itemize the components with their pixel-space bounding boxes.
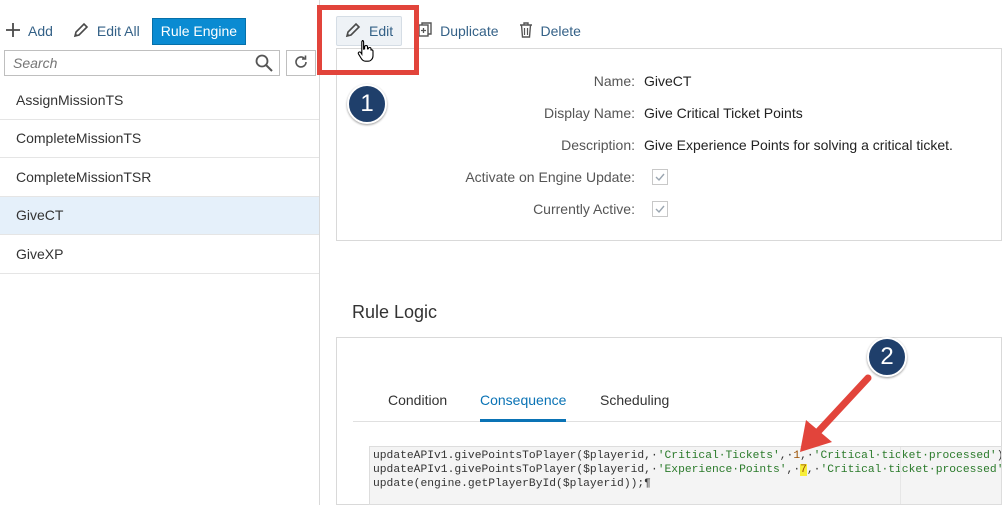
search-icon[interactable]: [255, 54, 273, 75]
search-box: [4, 50, 280, 76]
code-editor[interactable]: updateAPIv1.givePointsToPlayer($playerid…: [369, 446, 1002, 505]
rule-list-panel: Add Edit All Rule Engine AssignMissionTS…: [0, 0, 320, 505]
active-label: Currently Active:: [533, 201, 635, 217]
display-name-label: Display Name:: [543, 105, 635, 121]
duplicate-icon: [418, 21, 432, 41]
checkmark-icon: [655, 173, 665, 182]
display-name-row: Display Name: Give Critical Ticket Point…: [337, 105, 1002, 125]
checkmark-icon: [655, 205, 665, 214]
code-line: updateAPIv1.givePointsToPlayer($playerid…: [370, 463, 1001, 477]
activate-checkbox[interactable]: [652, 169, 668, 185]
annotation-badge-1: 1: [347, 84, 387, 124]
list-item[interactable]: GiveXP: [0, 235, 319, 274]
list-item-label: CompleteMissionTSR: [16, 168, 152, 185]
code-token: ,·: [806, 464, 821, 476]
description-value: Give Experience Points for solving a cri…: [644, 137, 953, 153]
list-toolbar: Add Edit All Rule Engine: [0, 14, 247, 48]
add-button[interactable]: Add: [0, 17, 59, 45]
list-item-selected[interactable]: GiveCT: [0, 196, 319, 235]
rule-engine-label: Rule Engine: [160, 23, 238, 39]
edit-all-label: Edit All: [96, 23, 140, 39]
search-input[interactable]: [5, 51, 245, 75]
pencil-icon: [73, 22, 89, 41]
trash-icon: [519, 21, 533, 41]
rule-list: AssignMissionTS CompleteMissionTS Comple…: [0, 81, 319, 274]
list-item-label: GiveXP: [16, 245, 64, 262]
activate-row: Activate on Engine Update:: [337, 169, 1002, 189]
name-row: Name: GiveCT: [337, 73, 1002, 93]
display-name-value: Give Critical Ticket Points: [644, 105, 803, 121]
code-line: updateAPIv1.givePointsToPlayer($playerid…: [370, 449, 1001, 463]
refresh-button[interactable]: [286, 50, 316, 76]
delete-label: Delete: [540, 23, 581, 39]
code-token: );·: [997, 450, 1001, 462]
rule-detail-panel: Name: GiveCT Display Name: Give Critical…: [336, 48, 1002, 241]
active-checkbox[interactable]: [652, 201, 668, 217]
tab-scheduling[interactable]: Scheduling: [600, 392, 669, 422]
list-item-label: AssignMissionTS: [16, 91, 124, 108]
code-token: update(engine.getPlayerById($playerid));…: [373, 478, 651, 490]
arrow-icon: [800, 374, 872, 452]
duplicate-label: Duplicate: [440, 23, 499, 39]
annotation-badge-2: 2: [867, 337, 907, 377]
search-row: [4, 50, 316, 76]
active-row: Currently Active:: [337, 201, 1002, 221]
code-line: update(engine.getPlayerById($playerid));…: [370, 477, 1001, 491]
activate-label: Activate on Engine Update:: [465, 169, 635, 185]
add-label: Add: [28, 23, 53, 39]
duplicate-button[interactable]: Duplicate: [410, 16, 506, 46]
edit-all-button[interactable]: Edit All: [67, 17, 146, 45]
code-number-highlighted: 7: [800, 464, 807, 476]
editor-margin-line: [900, 447, 901, 504]
description-row: Description: Give Experience Points for …: [337, 137, 1002, 157]
description-label: Description:: [561, 137, 635, 153]
hand-cursor-icon: [357, 39, 375, 66]
delete-button[interactable]: Delete: [511, 16, 589, 46]
list-item[interactable]: AssignMissionTS: [0, 81, 319, 120]
code-string: 'Critical·ticket·processed': [820, 464, 1002, 476]
code-token: updateAPIv1.givePointsToPlayer($playerid…: [373, 450, 658, 462]
plus-icon: [6, 22, 20, 40]
refresh-icon: [293, 54, 309, 73]
code-token: ,·: [786, 464, 801, 476]
rule-engine-button[interactable]: Rule Engine: [151, 17, 247, 45]
tab-condition[interactable]: Condition: [388, 392, 447, 422]
list-item[interactable]: CompleteMissionTS: [0, 120, 319, 158]
code-token: updateAPIv1.givePointsToPlayer($playerid…: [373, 464, 658, 476]
code-string: 'Critical·Tickets': [657, 450, 780, 462]
tab-consequence[interactable]: Consequence: [480, 392, 567, 422]
rule-logic-title: Rule Logic: [352, 302, 438, 322]
list-item-label: GiveCT: [16, 207, 64, 224]
code-string: 'Experience·Points': [657, 464, 787, 476]
list-item-label: CompleteMissionTS: [16, 130, 142, 147]
name-value: GiveCT: [644, 73, 692, 89]
rule-logic-tabs: Condition Consequence Scheduling: [353, 382, 1002, 422]
list-item[interactable]: CompleteMissionTSR: [0, 158, 319, 197]
name-label: Name:: [593, 73, 635, 89]
